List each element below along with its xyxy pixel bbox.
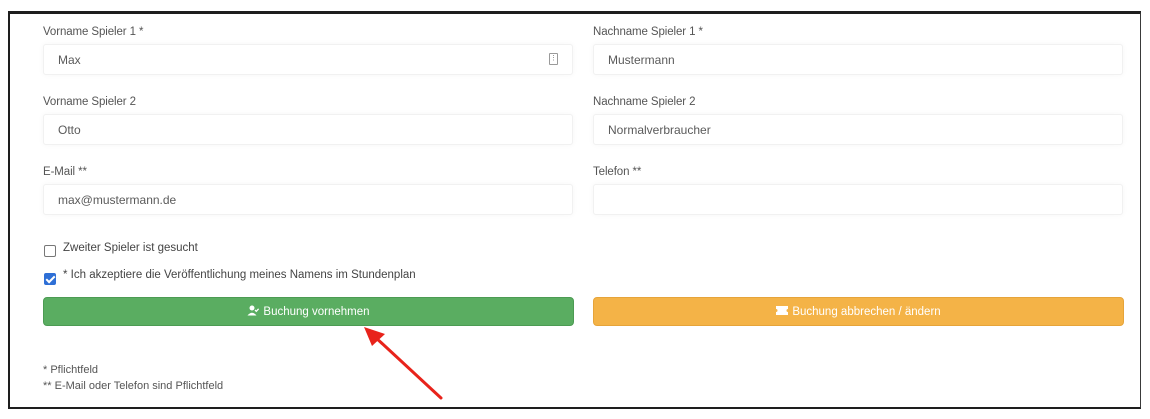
annotation-arrow [364,327,443,400]
